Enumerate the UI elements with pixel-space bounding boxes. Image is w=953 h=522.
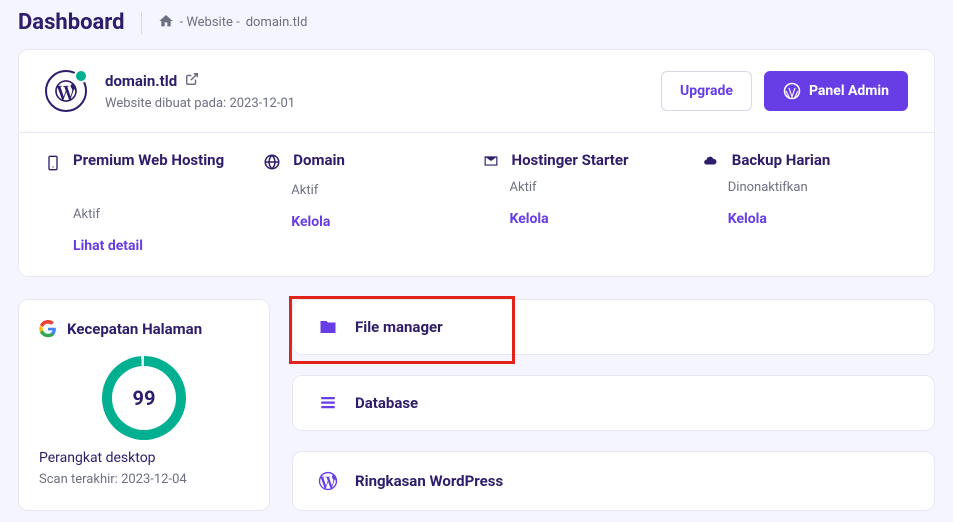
page-speed-card: Kecepatan Halaman 99 Perangkat desktop S… (18, 299, 270, 511)
tool-wordpress-summary[interactable]: Ringkasan WordPress (292, 451, 935, 511)
google-icon (39, 320, 57, 338)
folder-icon (317, 318, 339, 336)
globe-icon (263, 153, 281, 175)
site-name: domain.tld (105, 72, 177, 90)
speed-title: Kecepatan Halaman (67, 320, 202, 338)
page-title: Dashboard (18, 10, 125, 35)
plan-domain: Domain Aktif Kelola (263, 151, 471, 254)
divider (141, 12, 142, 34)
wordpress-icon (783, 82, 801, 100)
plan-hosting: Premium Web Hosting Aktif Lihat detail (45, 151, 253, 254)
plan-email: Hostinger Starter Aktif Kelola (482, 151, 690, 254)
speed-score: 99 (133, 386, 156, 410)
tool-label: File manager (355, 318, 443, 336)
database-icon (317, 394, 339, 412)
plan-link-manage[interactable]: Kelola (510, 211, 690, 227)
plan-link-manage[interactable]: Kelola (728, 211, 908, 227)
phone-icon (45, 153, 61, 177)
tool-database[interactable]: Database (292, 375, 935, 431)
crumb-domain: domain.tld (246, 15, 308, 30)
speed-device: Perangkat desktop (39, 450, 249, 466)
site-created: Website dibuat pada: 2023-12-01 (105, 96, 643, 111)
crumb-websites[interactable]: - Website - (180, 15, 240, 30)
external-link-icon[interactable] (185, 71, 199, 90)
plan-link-detail[interactable]: Lihat detail (73, 238, 253, 254)
upgrade-button[interactable]: Upgrade (661, 71, 752, 111)
wordpress-icon (317, 470, 339, 492)
tool-label: Database (355, 394, 418, 412)
wordpress-icon (53, 78, 79, 104)
plan-status: Aktif (291, 183, 471, 198)
mail-icon (482, 153, 500, 172)
plan-status: Dinonaktifkan (728, 180, 908, 195)
plan-status: Aktif (510, 180, 690, 195)
speed-gauge: 99 (102, 356, 186, 440)
status-dot (74, 69, 88, 83)
cloud-icon (700, 153, 720, 172)
tool-file-manager[interactable]: File manager (292, 299, 935, 355)
panel-admin-button[interactable]: Panel Admin (764, 71, 908, 111)
plan-link-manage[interactable]: Kelola (291, 214, 471, 230)
speed-scan: Scan terakhir: 2023-12-04 (39, 472, 249, 487)
plan-status: Aktif (73, 207, 253, 222)
breadcrumb: Dashboard - Website - domain.tld (18, 10, 935, 35)
home-icon[interactable] (158, 13, 174, 33)
plan-backup: Backup Harian Dinonaktifkan Kelola (700, 151, 908, 254)
site-card: domain.tld Website dibuat pada: 2023-12-… (18, 49, 935, 277)
wordpress-avatar (45, 70, 87, 112)
tool-label: Ringkasan WordPress (355, 472, 503, 490)
